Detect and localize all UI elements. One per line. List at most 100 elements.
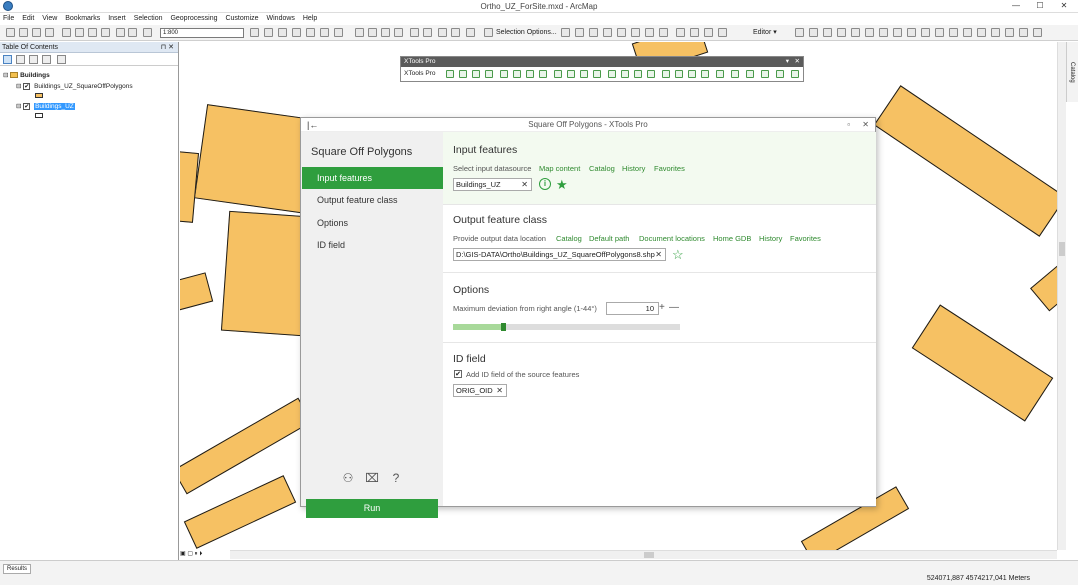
create-features-icon[interactable]	[907, 28, 916, 37]
search-window-icon[interactable]	[306, 28, 315, 37]
xtools-tool-icon[interactable]	[459, 70, 467, 78]
time-slider-icon[interactable]	[659, 28, 668, 37]
input-datasource-field[interactable]: Buildings_UZ ✕	[453, 178, 532, 191]
xtools-tool-icon[interactable]	[554, 70, 562, 78]
select-elements-icon[interactable]	[561, 28, 570, 37]
menu-geoprocessing[interactable]: Geoprocessing	[167, 13, 220, 25]
xtools-tool-icon[interactable]	[761, 70, 769, 78]
link-default-path[interactable]: Default path	[589, 234, 629, 243]
html-popup-icon[interactable]	[603, 28, 612, 37]
minimize-button[interactable]: —	[1004, 0, 1028, 12]
paste-icon[interactable]	[88, 28, 97, 37]
toc-pin-close[interactable]: ⊓ ✕	[161, 42, 174, 53]
undo-icon[interactable]	[116, 28, 125, 37]
edit-annotation-icon[interactable]	[977, 28, 986, 37]
nav-output-feature-class[interactable]: Output feature class	[302, 189, 443, 211]
close-button[interactable]: ✕	[1052, 0, 1076, 12]
list-by-selection-icon[interactable]	[42, 55, 51, 64]
reshape-icon[interactable]	[921, 28, 930, 37]
new-document-icon[interactable]	[6, 28, 15, 37]
sketch-properties-icon[interactable]	[893, 28, 902, 37]
delete-icon[interactable]	[101, 28, 110, 37]
go-to-xy-icon[interactable]	[645, 28, 654, 37]
python-icon[interactable]: ⚇	[341, 471, 355, 485]
xtools-tool-icon[interactable]	[791, 70, 799, 78]
xtools-tool-icon[interactable]	[701, 70, 709, 78]
decrement-button[interactable]: —	[669, 302, 679, 314]
fixed-zoom-out-icon[interactable]	[423, 28, 432, 37]
dialog-titlebar[interactable]: |← Square Off Polygons - XTools Pro ▫ ✕	[301, 118, 875, 132]
maximize-button[interactable]: ☐	[1028, 0, 1052, 12]
list-by-visibility-icon[interactable]	[29, 55, 38, 64]
xtools-tool-icon[interactable]	[688, 70, 696, 78]
link-catalog[interactable]: Catalog	[556, 234, 582, 243]
clear-id-field-icon[interactable]: ✕	[496, 385, 503, 396]
link-history[interactable]: History	[759, 234, 782, 243]
arctoolbox-icon[interactable]	[320, 28, 329, 37]
link-home-gdb[interactable]: Home GDB	[713, 234, 751, 243]
save-icon[interactable]	[32, 28, 41, 37]
layout-icon[interactable]	[676, 28, 685, 37]
menu-view[interactable]: View	[39, 13, 60, 25]
clear-selection-icon[interactable]	[484, 28, 493, 37]
output-path-field[interactable]: D:\GIS-DATA\Ortho\Buildings_UZ_SquareOff…	[453, 248, 666, 261]
layout-view-icon[interactable]	[250, 28, 259, 37]
hyperlink-icon[interactable]	[589, 28, 598, 37]
zoom-out-icon[interactable]	[368, 28, 377, 37]
favorite-star-outline-icon[interactable]: ☆	[672, 248, 684, 261]
advanced-editing-icon[interactable]	[1005, 28, 1014, 37]
increment-button[interactable]: +	[659, 302, 665, 314]
model-icon[interactable]	[704, 28, 713, 37]
cut-polygon-icon[interactable]	[935, 28, 944, 37]
rotate-icon[interactable]	[865, 28, 874, 37]
xtools-tool-icon[interactable]	[716, 70, 724, 78]
clear-output-icon[interactable]: ✕	[655, 249, 662, 260]
link-favorites[interactable]: Favorites	[790, 234, 821, 243]
building-polygon[interactable]	[873, 85, 1057, 237]
toc-layer-row[interactable]: ⊟ ✔ Buildings_UZ	[16, 102, 75, 110]
toc-layer-row[interactable]: ⊟ ✔ Buildings_UZ_SquareOffPolygons	[16, 82, 133, 90]
slider-handle[interactable]	[500, 323, 506, 331]
results-tab[interactable]: Results	[3, 564, 32, 574]
split-icon[interactable]	[851, 28, 860, 37]
georeference-icon[interactable]	[991, 28, 1000, 37]
xtools-tool-icon[interactable]	[485, 70, 493, 78]
xtools-tool-icon[interactable]	[472, 70, 480, 78]
building-polygon[interactable]	[180, 397, 313, 495]
toc-group-row[interactable]: ⊟ Buildings	[3, 71, 50, 79]
print-icon[interactable]	[45, 28, 54, 37]
measure-icon[interactable]	[617, 28, 626, 37]
link-history[interactable]: History	[622, 164, 645, 173]
forward-extent-icon[interactable]	[451, 28, 460, 37]
collapse-icon[interactable]: ⊟	[3, 72, 8, 79]
open-icon[interactable]	[19, 28, 28, 37]
xtools-tool-icon[interactable]	[675, 70, 683, 78]
spatial-adjust-icon[interactable]	[1019, 28, 1028, 37]
identify-icon[interactable]	[575, 28, 584, 37]
menu-customize[interactable]: Customize	[222, 13, 261, 25]
list-by-source-icon[interactable]	[16, 55, 25, 64]
xtools-tool-icon[interactable]	[662, 70, 670, 78]
collapse-icon[interactable]: ⊟	[16, 83, 21, 90]
xtools-tool-icon[interactable]	[593, 70, 601, 78]
cogo-icon[interactable]	[1033, 28, 1042, 37]
zoom-in-icon[interactable]	[355, 28, 364, 37]
xtools-tool-icon[interactable]	[500, 70, 508, 78]
menu-selection[interactable]: Selection	[131, 13, 166, 25]
xtools-tool-icon[interactable]	[776, 70, 784, 78]
dialog-maximize-button[interactable]: ▫	[847, 120, 850, 129]
link-map-content[interactable]: Map content	[539, 164, 580, 173]
scrollbar-thumb[interactable]	[1059, 242, 1065, 256]
xtools-tool-icon[interactable]	[580, 70, 588, 78]
map-vertical-scrollbar[interactable]	[1057, 42, 1066, 550]
info-icon[interactable]: i	[539, 178, 551, 190]
collapse-icon[interactable]: ⊟	[16, 103, 21, 110]
menu-windows[interactable]: Windows	[264, 13, 298, 25]
nav-options[interactable]: Options	[302, 212, 443, 234]
favorite-star-icon[interactable]: ★	[556, 178, 568, 191]
layer-symbol-filled[interactable]	[35, 93, 43, 98]
xtools-toolbar-header[interactable]: XTools Pro ▾ ✕	[401, 57, 803, 67]
menu-bookmarks[interactable]: Bookmarks	[62, 13, 103, 25]
globe-icon[interactable]	[690, 28, 699, 37]
building-polygon[interactable]	[180, 272, 214, 312]
